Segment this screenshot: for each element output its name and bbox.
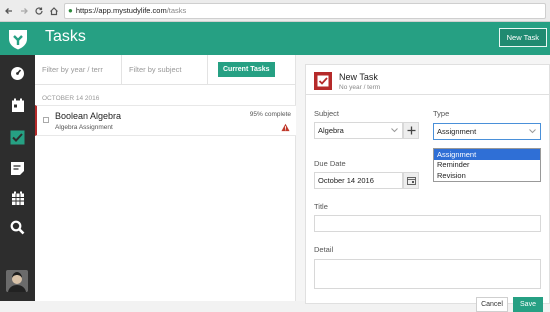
type-label: Type bbox=[433, 109, 450, 118]
task-list-panel: Filter by year / terr Filter by subject … bbox=[35, 54, 296, 301]
chevron-down-icon bbox=[391, 128, 398, 133]
form-title: New Task bbox=[339, 72, 378, 82]
back-arrow-icon[interactable] bbox=[2, 4, 15, 17]
type-option-reminder[interactable]: Reminder bbox=[434, 160, 540, 171]
task-row[interactable]: Boolean Algebra Algebra Assignment 95% c… bbox=[35, 105, 296, 136]
dashboard-icon[interactable] bbox=[8, 64, 27, 83]
current-tasks-button[interactable]: Current Tasks bbox=[218, 62, 275, 77]
type-option-revision[interactable]: Revision bbox=[434, 170, 540, 181]
sidebar bbox=[0, 22, 35, 301]
forward-arrow-icon[interactable] bbox=[17, 4, 30, 17]
title-label: Title bbox=[314, 202, 328, 211]
task-check-icon bbox=[314, 72, 332, 90]
form-subtitle: No year / term bbox=[339, 84, 381, 91]
calendar-icon[interactable] bbox=[8, 96, 27, 115]
task-checkbox[interactable] bbox=[43, 117, 49, 123]
subject-value: Algebra bbox=[318, 126, 344, 135]
type-option-assignment[interactable]: Assignment bbox=[434, 149, 540, 160]
type-value: Assignment bbox=[437, 127, 477, 136]
app-logo[interactable] bbox=[0, 22, 35, 55]
chevron-down-icon bbox=[529, 129, 536, 134]
add-subject-button[interactable] bbox=[403, 122, 419, 139]
url-path: /tasks bbox=[166, 6, 187, 15]
exams-icon[interactable] bbox=[8, 159, 27, 178]
title-input[interactable] bbox=[314, 215, 541, 232]
subject-select[interactable]: Algebra bbox=[314, 122, 403, 139]
new-task-form: New Task No year / term Subject Algebra … bbox=[305, 64, 550, 312]
detail-textarea[interactable] bbox=[314, 259, 541, 289]
task-subtitle: Algebra Assignment bbox=[55, 124, 113, 131]
year-filter-input[interactable]: Filter by year / terr bbox=[35, 54, 122, 85]
task-title: Boolean Algebra bbox=[55, 111, 122, 121]
warning-icon bbox=[281, 123, 290, 132]
search-icon[interactable] bbox=[8, 218, 27, 237]
browser-toolbar: ● https://app.mystudylife.com/tasks bbox=[0, 0, 550, 22]
task-group-date: OCTOBER 14 2016 bbox=[42, 95, 100, 102]
calendar-icon bbox=[406, 177, 416, 185]
tasks-check-icon[interactable] bbox=[8, 128, 27, 147]
save-button[interactable]: Save bbox=[513, 297, 543, 312]
lock-icon: ● bbox=[68, 6, 73, 15]
home-icon[interactable] bbox=[47, 4, 60, 17]
avatar[interactable] bbox=[6, 270, 28, 292]
task-form-panel: New Task No year / term Subject Algebra … bbox=[296, 55, 550, 312]
reload-icon[interactable] bbox=[32, 4, 45, 17]
cancel-button[interactable]: Cancel bbox=[476, 297, 508, 312]
plus-icon bbox=[407, 126, 415, 135]
detail-label: Detail bbox=[314, 245, 334, 254]
logo-icon bbox=[8, 29, 27, 49]
task-progress: 95% complete bbox=[249, 111, 291, 118]
url-host: https://app.mystudylife.com bbox=[75, 6, 167, 15]
page-title: Tasks bbox=[45, 28, 86, 45]
new-task-button[interactable]: New Task bbox=[498, 28, 547, 47]
subject-filter-input[interactable]: Filter by subject bbox=[122, 54, 208, 85]
address-bar[interactable]: ● https://app.mystudylife.com/tasks bbox=[64, 2, 546, 19]
due-date-input[interactable]: October 14 2016 bbox=[314, 172, 403, 189]
due-date-label: Due Date bbox=[314, 159, 346, 168]
schedule-grid-icon[interactable] bbox=[8, 189, 27, 208]
type-dropdown-list: Assignment Reminder Revision bbox=[433, 148, 541, 182]
date-picker-button[interactable] bbox=[403, 172, 419, 189]
form-header: New Task No year / term bbox=[306, 65, 550, 95]
app-header: Tasks New Task bbox=[35, 22, 550, 55]
type-select[interactable]: Assignment bbox=[433, 123, 541, 140]
subject-label: Subject bbox=[314, 109, 340, 118]
filter-bar: Filter by year / terr Filter by subject … bbox=[35, 54, 296, 85]
